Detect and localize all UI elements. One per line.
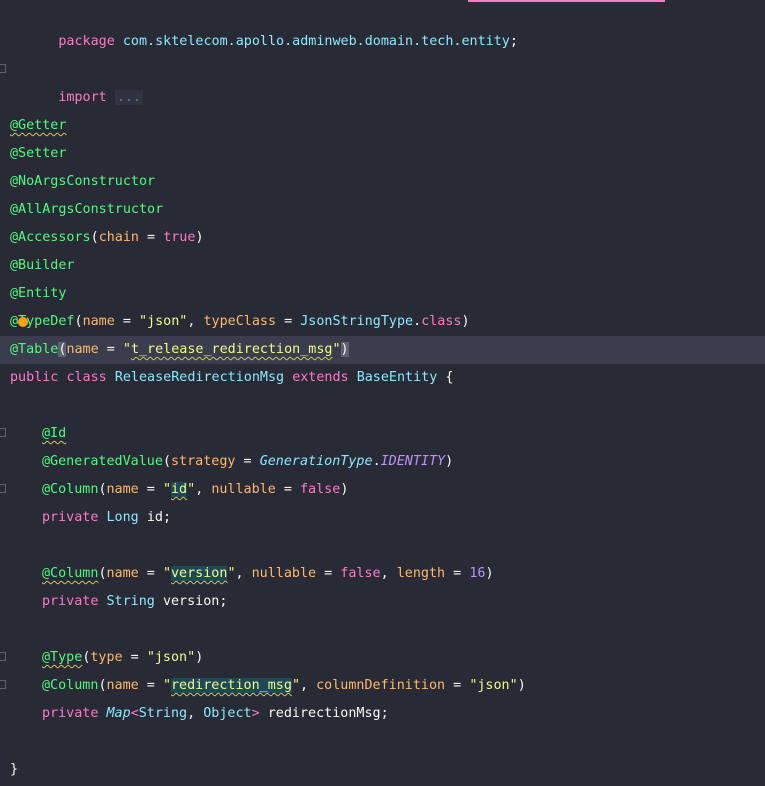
intention-bulb-icon[interactable] [18, 317, 29, 327]
annotation-table: @Table [10, 342, 59, 357]
code-line-field-id[interactable]: private Long id; [0, 504, 765, 532]
code-line-package[interactable]: package com.sktelecom.apollo.adminweb.do… [0, 0, 765, 49]
code-line-builder[interactable]: @Builder [0, 252, 765, 280]
code-line-field-redirection[interactable]: private Map<String, Object> redirectionM… [0, 700, 765, 728]
code-line-table-current[interactable]: @Table(name = "t_release_redirection_msg… [0, 336, 765, 364]
code-line-generated-value[interactable]: @GeneratedValue(strategy = GenerationTyp… [0, 448, 765, 476]
code-line-class-decl[interactable]: public class ReleaseRedirectionMsg exten… [0, 364, 765, 392]
code-line-getter[interactable]: @Getter [0, 112, 765, 140]
code-line-column-redirection[interactable]: @Column(name = "redirection_msg", column… [0, 672, 765, 700]
annotation-setter: @Setter [10, 146, 67, 161]
code-line-typedef[interactable]: @TypeDef(name = "json", typeClass = Json… [0, 308, 765, 336]
fold-icon[interactable] [0, 652, 6, 661]
code-line-field-version[interactable]: private String version; [0, 588, 765, 616]
code-line-id[interactable]: @Id [0, 420, 765, 448]
fold-icon[interactable] [0, 428, 6, 437]
code-line-import[interactable]: import ... [0, 56, 765, 105]
annotation-column: @Column [42, 678, 99, 693]
table-name-value: t_release_redirection_msg [130, 342, 333, 357]
code-line-type-json[interactable]: @Type(type = "json") [0, 644, 765, 672]
keyword-import: import [58, 90, 107, 105]
annotation-builder: @Builder [10, 258, 75, 273]
collapsed-imports[interactable]: ... [114, 90, 143, 105]
annotation-column: @Column [42, 566, 99, 581]
code-line-no-args[interactable]: @NoArgsConstructor [0, 168, 765, 196]
fold-icon[interactable] [0, 484, 6, 493]
annotation-column: @Column [42, 482, 99, 497]
annotation-id: @Id [42, 426, 67, 441]
code-line-column-id[interactable]: @Column(name = "id", nullable = false) [0, 476, 765, 504]
annotation-accessors: @Accessors [10, 230, 91, 245]
code-editor[interactable]: package com.sktelecom.apollo.adminweb.do… [0, 0, 765, 786]
code-line-setter[interactable]: @Setter [0, 140, 765, 168]
annotation-entity: @Entity [10, 286, 67, 301]
code-line-entity[interactable]: @Entity [0, 280, 765, 308]
fold-icon[interactable] [0, 680, 6, 689]
code-line-all-args[interactable]: @AllArgsConstructor [0, 196, 765, 224]
annotation-getter: @Getter [10, 118, 67, 133]
fold-icon[interactable] [0, 64, 6, 73]
keyword-package: package [58, 34, 115, 49]
code-line-column-version[interactable]: @Column(name = "version", nullable = fal… [0, 560, 765, 588]
annotation-generated-value: @GeneratedValue [42, 454, 163, 469]
package-name: com.sktelecom.apollo.adminweb.domain.tec… [122, 34, 510, 49]
class-name: ReleaseRedirectionMsg [114, 370, 285, 385]
code-line-close-brace[interactable]: } [0, 756, 765, 784]
annotation-all-args-constructor: @AllArgsConstructor [10, 202, 164, 217]
annotation-type: @Type [42, 650, 83, 665]
annotation-no-args-constructor: @NoArgsConstructor [10, 174, 156, 189]
code-line-accessors[interactable]: @Accessors(chain = true) [0, 224, 765, 252]
